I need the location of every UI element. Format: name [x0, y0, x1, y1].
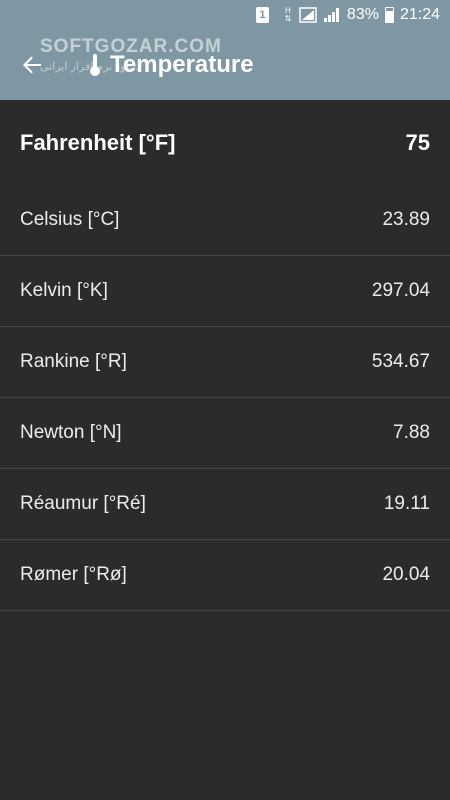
signal-icon: [323, 7, 341, 23]
list-item-newton[interactable]: Newton [°N] 7.88: [0, 398, 450, 469]
list-item-rankine[interactable]: Rankine [°R] 534.67: [0, 327, 450, 398]
unit-label: Réaumur [°Ré]: [20, 493, 146, 514]
unit-value: 7.88: [393, 422, 430, 443]
watermark-text: SOFTGOZAR.COM: [40, 36, 222, 57]
list-item-kelvin[interactable]: Kelvin [°K] 297.04: [0, 256, 450, 327]
source-unit-label: Fahrenheit [°F]: [20, 129, 176, 155]
unit-label: Rankine [°R]: [20, 351, 127, 372]
conversion-list: Fahrenheit [°F] 75 Celsius [°C] 23.89 Ke…: [0, 100, 450, 611]
source-unit-row[interactable]: Fahrenheit [°F] 75: [0, 100, 450, 185]
battery-percent: 83%: [346, 6, 379, 23]
unit-value: 19.11: [383, 493, 430, 514]
unit-value: 23.89: [382, 209, 430, 230]
notification-icon: 1: [255, 7, 269, 23]
list-item-romer[interactable]: Rømer [°Rø] 20.04: [0, 540, 450, 611]
list-item-reaumur[interactable]: Réaumur [°Ré] 19.11: [0, 469, 450, 540]
battery-icon: [384, 7, 394, 23]
unit-value: 297.04: [371, 280, 430, 301]
watermark-subtext: دانلود نرم افزار ایرانی: [40, 61, 141, 73]
list-item-celsius[interactable]: Celsius [°C] 23.89: [0, 185, 450, 256]
unit-label: Newton [°N]: [20, 422, 122, 443]
source-unit-value[interactable]: 75: [406, 130, 430, 156]
unit-label: Kelvin [°K]: [20, 280, 108, 301]
unit-value: 20.04: [382, 564, 430, 585]
unit-label: Rømer [°Rø]: [20, 564, 127, 585]
unit-value: 534.67: [371, 351, 430, 372]
network-arrows-icon: ⇅: [284, 14, 292, 23]
status-bar: 1 H ⇅ 83% 21:24: [0, 0, 450, 30]
network-type-icon: H ⇅: [283, 7, 293, 23]
clock: 21:24: [399, 6, 440, 23]
wifi-icon: [299, 7, 317, 23]
unit-label: Celsius [°C]: [20, 209, 120, 230]
